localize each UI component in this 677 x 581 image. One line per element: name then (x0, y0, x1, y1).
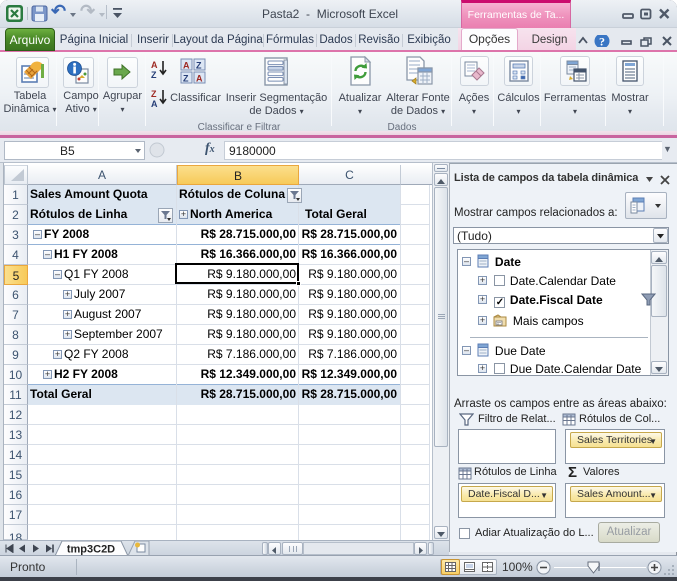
svg-text:A: A (196, 74, 203, 84)
svg-text:Z: Z (183, 74, 189, 84)
svg-text:Z: Z (151, 89, 157, 99)
svg-text:Z: Z (151, 70, 157, 79)
svg-text:tmp3C2D: tmp3C2D (67, 544, 115, 556)
svg-text:A: A (151, 99, 158, 108)
svg-text:?: ? (599, 35, 605, 47)
svg-text:A: A (151, 60, 158, 70)
svg-text:A: A (183, 61, 190, 71)
svg-text:Z: Z (196, 61, 202, 71)
